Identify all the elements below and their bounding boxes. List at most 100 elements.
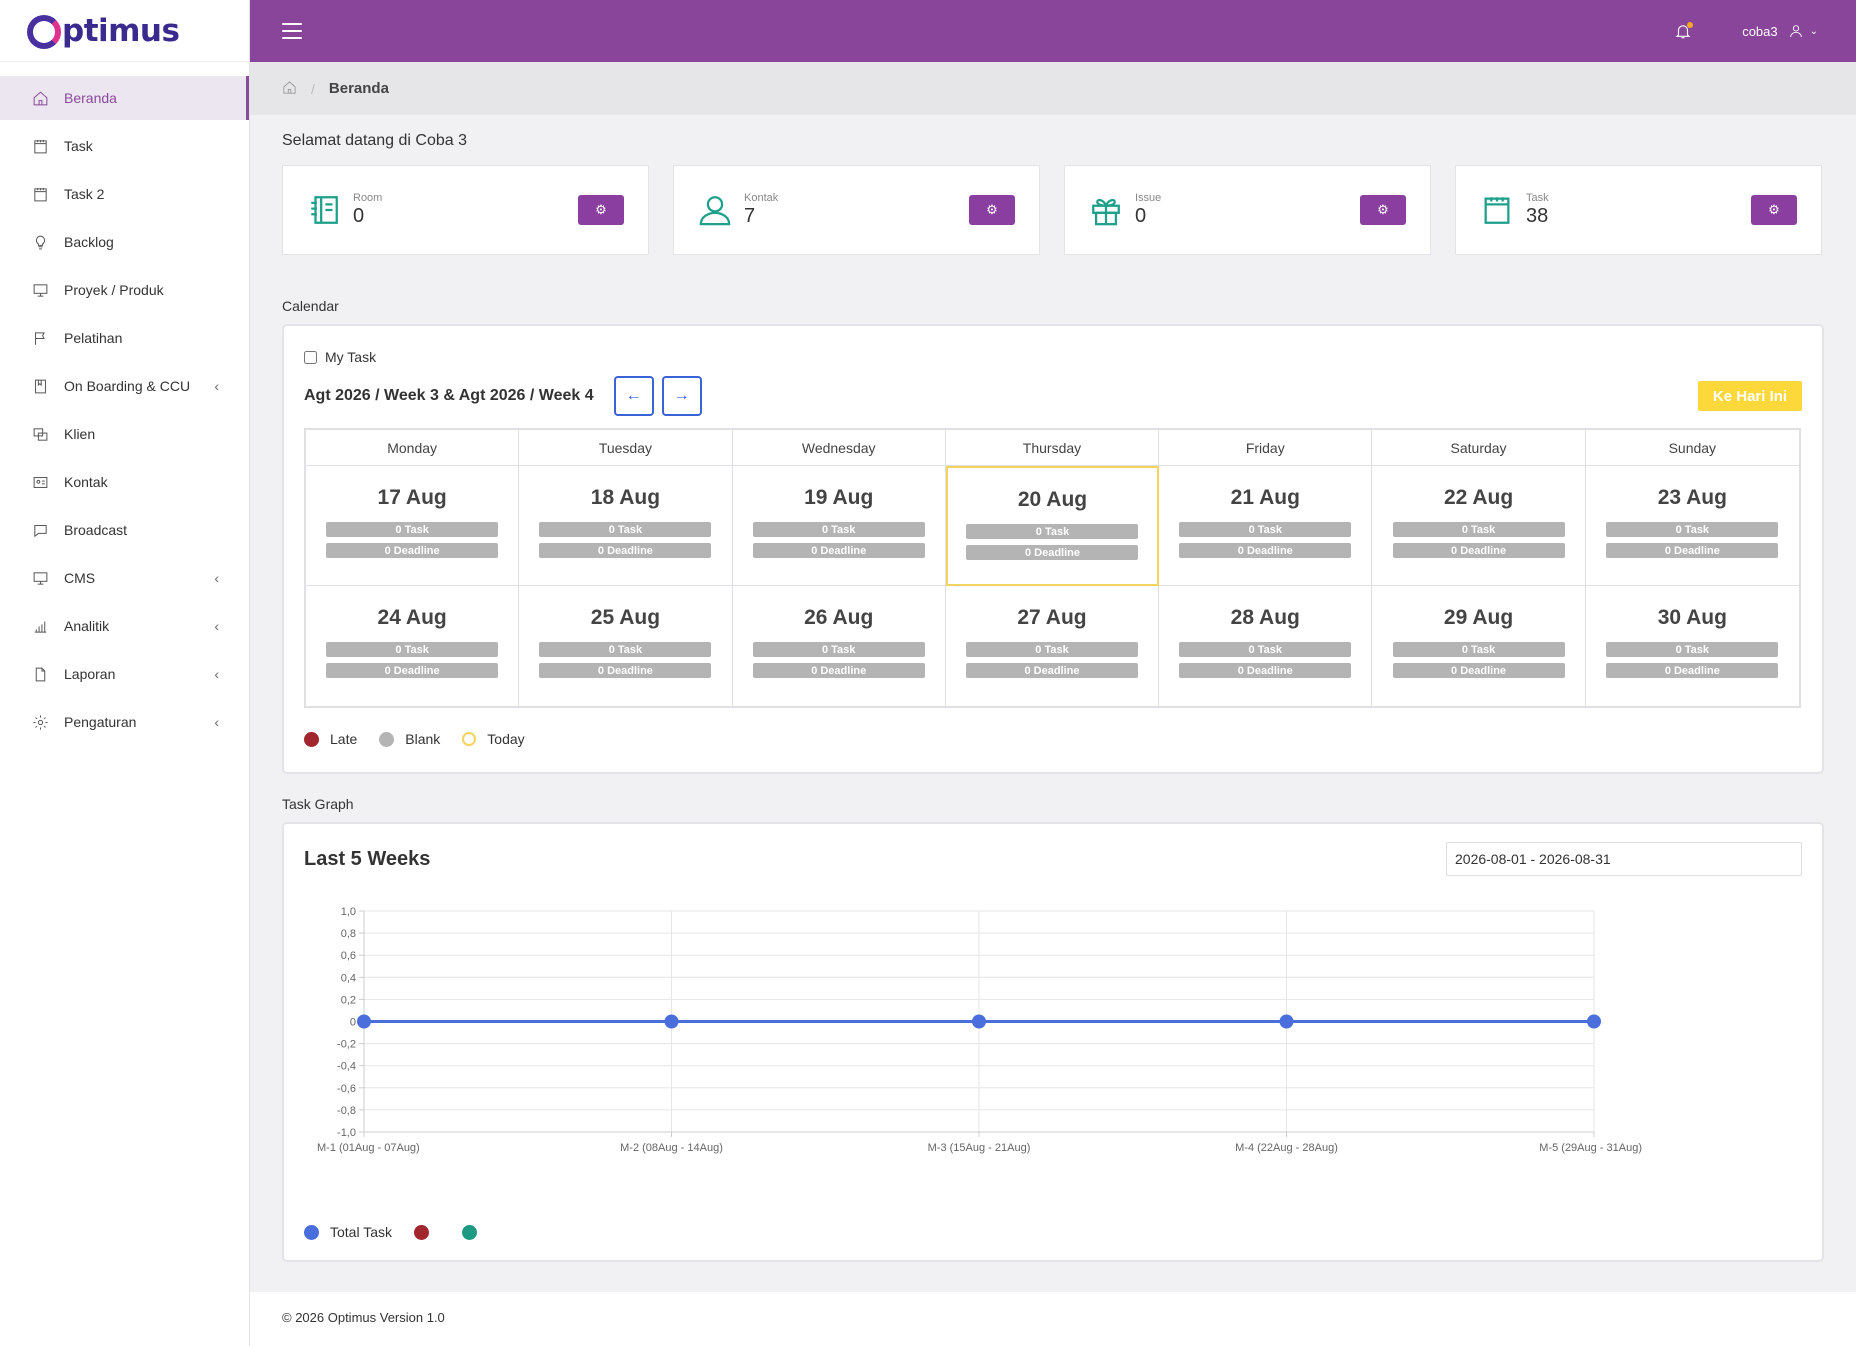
- legend-label: Total Task: [330, 1224, 392, 1240]
- task-count-badge: 0 Task: [966, 524, 1139, 539]
- deadline-count-badge: 0 Deadline: [1606, 663, 1779, 678]
- x-tick-label: M-3 (15Aug - 21Aug): [928, 1142, 1031, 1154]
- legend-item: Today: [462, 731, 525, 747]
- gift-icon: [1089, 192, 1123, 228]
- sidebar-item-label: Beranda: [64, 90, 117, 106]
- y-tick-label: -1,0: [337, 1127, 356, 1139]
- user-menu[interactable]: coba3 ⌄: [1742, 23, 1818, 39]
- deadline-count-badge: 0 Deadline: [1179, 543, 1352, 558]
- graph-legend-item[interactable]: [462, 1224, 488, 1240]
- calendar-day-cell[interactable]: 26 Aug 0 Task 0 Deadline: [733, 586, 946, 706]
- notification-dot: [1687, 22, 1694, 28]
- stat-card-room: Room 0 ⚙: [282, 165, 649, 255]
- sidebar-item-on-boarding-ccu[interactable]: On Boarding & CCU ‹: [0, 364, 249, 408]
- footer-text: © 2026 Optimus Version 1.0: [282, 1310, 445, 1325]
- sidebar-nav: Beranda Task Task 2 Backlog Proyek / Produk P…: [0, 76, 249, 744]
- graph-panel: Last 5 Weeks 2026-08-01 - 2026-08-31 1,0…: [282, 822, 1824, 1262]
- y-tick-label: -0,8: [337, 1105, 356, 1117]
- legend-dot: [304, 731, 319, 747]
- sidebar-item-pelatihan[interactable]: Pelatihan: [0, 316, 249, 360]
- sidebar-item-laporan[interactable]: Laporan ‹: [0, 652, 249, 696]
- sidebar-item-task[interactable]: Task: [0, 124, 249, 168]
- stat-settings-button[interactable]: ⚙: [578, 195, 624, 225]
- sidebar-item-pengaturan[interactable]: Pengaturan ‹: [0, 700, 249, 744]
- calendar-panel: My Task Agt 2026 / Week 3 & Agt 2026 / W…: [282, 324, 1824, 774]
- calendar-day-header: Friday: [1159, 430, 1373, 466]
- deadline-count-badge: 0 Deadline: [326, 663, 499, 678]
- sidebar-item-beranda[interactable]: Beranda: [0, 76, 249, 120]
- gear-icon: ⚙: [986, 202, 998, 217]
- sidebar-item-proyek-produk[interactable]: Proyek / Produk: [0, 268, 249, 312]
- deadline-count-badge: 0 Deadline: [1179, 663, 1352, 678]
- calendar-day-cell[interactable]: 19 Aug 0 Task 0 Deadline: [732, 466, 946, 586]
- sidebar-item-label: Laporan: [64, 666, 116, 682]
- calendar-date: 29 Aug: [1443, 606, 1514, 629]
- chevron-left-icon: ‹: [214, 378, 219, 394]
- stat-settings-button[interactable]: ⚙: [969, 195, 1015, 225]
- graph-legend-item[interactable]: Total Task: [304, 1224, 392, 1240]
- graph-legend: Total Task: [304, 1224, 510, 1240]
- previous-week-button[interactable]: ←: [613, 376, 654, 416]
- home-icon[interactable]: [282, 80, 297, 98]
- go-to-today-button[interactable]: Ke Hari Ini: [1698, 381, 1802, 411]
- calendar-legend: Late Blank Today: [304, 731, 1802, 747]
- notification-bell-icon[interactable]: [1674, 22, 1694, 40]
- calendar-week-label: Agt 2026 / Week 3 & Agt 2026 / Week 4: [304, 387, 594, 404]
- calendar-date: 24 Aug: [377, 606, 447, 629]
- task-count-badge: 0 Task: [1179, 522, 1352, 537]
- calendar-day-cell[interactable]: 21 Aug 0 Task 0 Deadline: [1159, 466, 1373, 586]
- calendar-day-cell[interactable]: 20 Aug 0 Task 0 Deadline: [945, 466, 1160, 586]
- calendar-icon: [31, 185, 49, 203]
- my-task-filter[interactable]: My Task: [304, 349, 1802, 365]
- legend-dot: [462, 732, 477, 746]
- calendar-day-cell[interactable]: 18 Aug 0 Task 0 Deadline: [519, 466, 733, 586]
- data-point: [1587, 1014, 1601, 1029]
- deadline-count-badge: 0 Deadline: [1392, 663, 1565, 678]
- graph-legend-item[interactable]: [414, 1224, 440, 1240]
- sidebar-item-klien[interactable]: Klien: [0, 412, 249, 456]
- y-tick-label: 0,6: [341, 950, 356, 962]
- stat-label: Room: [353, 192, 383, 204]
- stat-card-issue: Issue 0 ⚙: [1064, 165, 1431, 255]
- sidebar-item-broadcast[interactable]: Broadcast: [0, 508, 249, 552]
- calendar-day-cell[interactable]: 27 Aug 0 Task 0 Deadline: [946, 586, 1160, 706]
- sidebar-item-backlog[interactable]: Backlog: [0, 220, 249, 264]
- logo[interactable]: ptimus: [0, 0, 249, 62]
- user-icon: [1789, 25, 1802, 38]
- data-point: [664, 1014, 679, 1029]
- stat-settings-button[interactable]: ⚙: [1751, 195, 1797, 225]
- sidebar-item-kontak[interactable]: Kontak: [0, 460, 249, 504]
- footer-bar: [250, 1292, 1856, 1346]
- data-point: [972, 1014, 986, 1029]
- my-task-checkbox[interactable]: [304, 350, 317, 364]
- task-line-chart: 1,0 0,8 0,6 0,4 0,2 0 -0,2 -0,4 -0,6 -0,8 -1,0 M-1 …: [317, 906, 1642, 1154]
- y-tick-label: -0,2: [337, 1039, 356, 1051]
- sidebar-item-task-2[interactable]: Task 2: [0, 172, 249, 216]
- calendar-day-cell[interactable]: 28 Aug 0 Task 0 Deadline: [1159, 586, 1373, 706]
- next-week-button[interactable]: →: [661, 376, 702, 416]
- deadline-count-badge: 0 Deadline: [966, 545, 1139, 560]
- task-count-badge: 0 Task: [965, 642, 1138, 657]
- stat-settings-button[interactable]: ⚙: [1360, 195, 1406, 225]
- calendar-day-cell[interactable]: 23 Aug 0 Task 0 Deadline: [1585, 466, 1799, 586]
- sidebar-item-cms[interactable]: CMS ‹: [0, 556, 249, 600]
- task-count-badge: 0 Task: [326, 642, 499, 657]
- calendar-day-cell[interactable]: 22 Aug 0 Task 0 Deadline: [1372, 466, 1586, 586]
- calendar-day-cell[interactable]: 29 Aug 0 Task 0 Deadline: [1372, 586, 1586, 706]
- deadline-count-badge: 0 Deadline: [539, 663, 712, 678]
- legend-dot: [379, 731, 395, 747]
- sidebar-item-label: On Boarding & CCU: [64, 378, 191, 394]
- sidebar-item-label: Broadcast: [64, 522, 128, 538]
- task-count-badge: 0 Task: [539, 642, 712, 657]
- calendar-day-cell[interactable]: 25 Aug 0 Task 0 Deadline: [519, 586, 733, 706]
- task-count-badge: 0 Task: [752, 522, 925, 537]
- data-point: [357, 1014, 371, 1029]
- calendar-day-cell[interactable]: 17 Aug 0 Task 0 Deadline: [306, 466, 520, 586]
- calendar-day-cell[interactable]: 24 Aug 0 Task 0 Deadline: [306, 586, 520, 706]
- y-tick-label: 0: [350, 1017, 356, 1029]
- calendar-day-header: Sunday: [1585, 430, 1799, 466]
- sidebar-item-analitik[interactable]: Analitik ‹: [0, 604, 249, 648]
- task-count-badge: 0 Task: [1606, 522, 1779, 537]
- menu-toggle-icon[interactable]: [282, 23, 302, 39]
- calendar-day-cell[interactable]: 30 Aug 0 Task 0 Deadline: [1586, 586, 1799, 706]
